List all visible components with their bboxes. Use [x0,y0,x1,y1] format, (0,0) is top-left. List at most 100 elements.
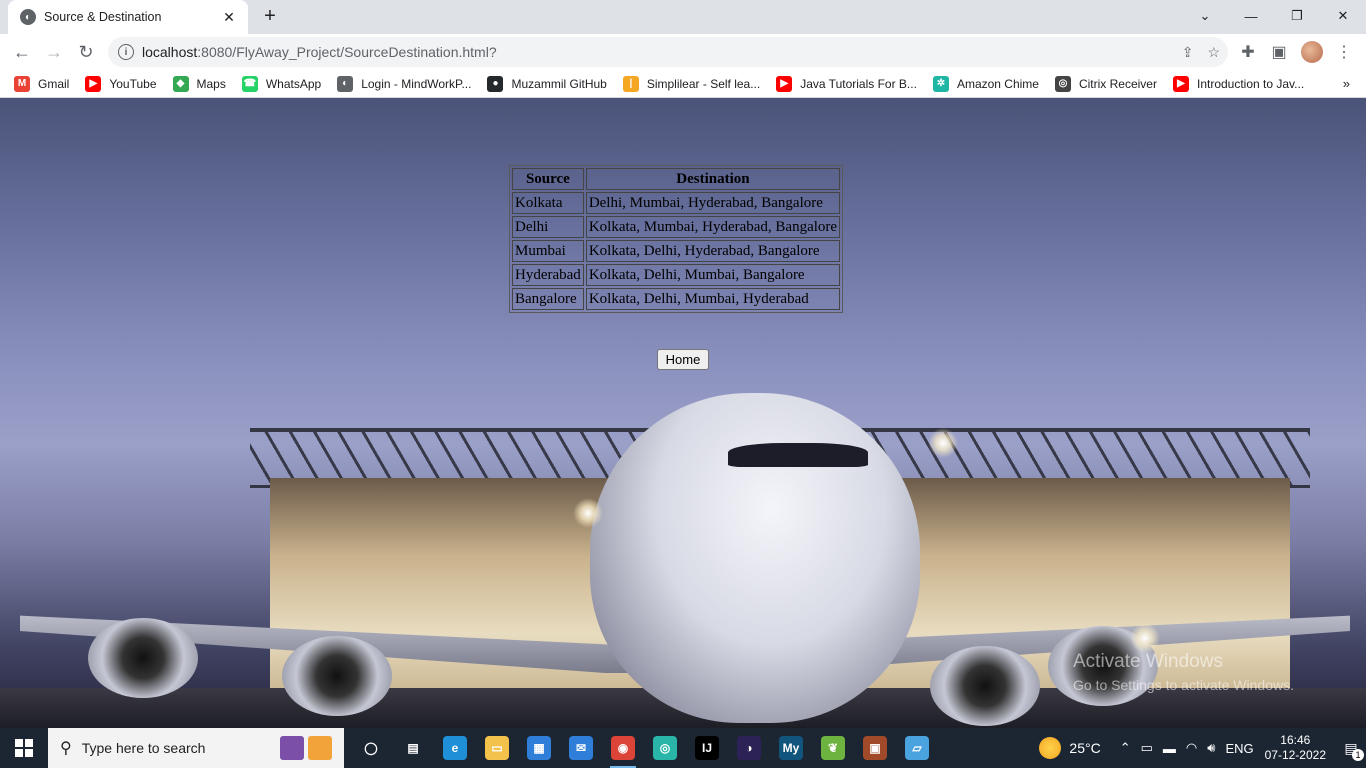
file-explorer-icon: ▭ [485,736,509,760]
share-icon[interactable]: ⇪ [1182,44,1194,61]
taskbar-app[interactable]: ◎ [644,728,686,768]
source-cell: Bangalore [512,288,584,310]
volume-icon[interactable]: 🔊︎ [1207,740,1215,756]
address-bar[interactable]: i localhost:8080/FlyAway_Project/SourceD… [108,37,1228,67]
table-row: Kolkata Delhi, Mumbai, Hyderabad, Bangal… [512,192,841,214]
bookmarks-bar: M Gmail ▶ YouTube ◆ Maps ☎ WhatsApp ◐ Login - Min… [0,70,1366,98]
tab-title: Source & Destination [44,10,162,24]
taskbar-app[interactable]: ◉ [602,728,644,768]
taskbar-app[interactable]: ◯ [350,728,392,768]
bookmark-item[interactable]: ▶ Introduction to Jav... [1172,75,1304,92]
weather-widget[interactable]: 25°C [1039,737,1101,759]
forward-icon[interactable]: → [40,38,68,66]
source-cell: Delhi [512,216,584,238]
airplane-cockpit-image [728,443,868,467]
taskbar-apps: ◯ ▤ e ▭ ▦ ✉ ◉ ◎ IJ ◑ My ❦ ▣ ▱ [350,728,938,768]
bookmark-item[interactable]: ▶ YouTube [85,75,157,92]
language-indicator[interactable]: ENG [1225,741,1253,756]
bookmark-item[interactable]: ☎ WhatsApp [241,75,322,92]
simplilearn-icon: | [622,75,639,92]
bookmark-label: WhatsApp [265,76,322,91]
taskbar-app[interactable]: ◑ [728,728,770,768]
engine-image [88,618,198,698]
bookmark-item[interactable]: | Simplilear - Self lea... [622,75,761,92]
app-icon: ◎ [653,736,677,760]
search-placeholder: Type here to search [81,740,206,756]
bookmark-item[interactable]: ▶ Java Tutorials For B... [776,75,917,92]
globe-icon: ◐ [337,75,354,92]
extensions-icon[interactable]: ✚ [1234,38,1262,66]
close-tab-icon[interactable]: ✕ [220,9,238,26]
reload-icon[interactable]: ↻ [72,38,100,66]
clock[interactable]: 16:46 07-12-2022 [1265,733,1326,763]
taskbar-app[interactable]: ▦ [518,728,560,768]
bookmark-item[interactable]: ◎ Citrix Receiver [1054,75,1157,92]
minimize-button[interactable]: — [1228,0,1274,32]
bookmark-label: Simplilear - Self lea... [646,76,761,91]
start-button[interactable] [0,728,48,768]
wifi-icon[interactable]: ◠ [1186,740,1197,756]
browser-tab[interactable]: ◐ Source & Destination ✕ [8,0,248,34]
bookmark-label: Muzammil GitHub [511,76,607,91]
chime-icon: ✲ [932,75,949,92]
battery-icon[interactable]: ▬ [1163,741,1176,756]
meet-icon[interactable]: ▭ [1141,740,1153,756]
store-icon: ▦ [527,736,551,760]
menu-icon[interactable]: ⋮ [1330,38,1358,66]
bookmark-label: Java Tutorials For B... [800,76,917,91]
taskbar-app[interactable]: ▱ [896,728,938,768]
weather-temp: 25°C [1069,740,1101,756]
globe-icon: ◐ [20,9,36,25]
destination-cell: Kolkata, Delhi, Mumbai, Hyderabad [585,288,841,310]
chevron-up-icon[interactable]: ⌃ [1120,740,1131,756]
home-button[interactable]: Home [657,349,709,370]
restore-button[interactable]: ❐ [1274,0,1320,32]
light-flare [1130,623,1160,653]
taskbar-app[interactable]: ▭ [476,728,518,768]
avatar [1301,41,1323,63]
taskbar-app[interactable]: ❦ [812,728,854,768]
bookmark-item[interactable]: ✲ Amazon Chime [932,75,1039,92]
site-info-icon[interactable]: i [118,44,134,60]
github-icon: ● [487,75,504,92]
activate-windows-watermark: Activate Windows Go to Settings to activ… [1073,651,1294,693]
taskbar-app[interactable]: e [434,728,476,768]
table-header-row: Source Destination [512,168,841,190]
bookmark-item[interactable]: ◆ Maps [172,75,226,92]
clock-date: 07-12-2022 [1264,748,1326,762]
taskbar-app[interactable]: ▤ [392,728,434,768]
table-row: Hyderabad Kolkata, Delhi, Mumbai, Bangal… [512,264,841,286]
table-row: Bangalore Kolkata, Delhi, Mumbai, Hydera… [512,288,841,310]
bookmark-star-icon[interactable]: ☆ [1207,44,1220,61]
sts-icon: ▣ [863,736,887,760]
taskbar-search[interactable]: ⚲ Type here to search [48,728,344,768]
watermark-subtitle: Go to Settings to activate Windows. [1073,677,1294,693]
notifications-button[interactable]: ▤ 1 [1336,733,1366,763]
url-path: :8080/FlyAway_Project/SourceDestination.… [197,44,497,60]
mysql-icon: My [779,736,803,760]
bookmark-item[interactable]: ◐ Login - MindWorkP... [337,75,471,92]
system-tray: 25°C ⌃ ▭ ▬ ◠ 🔊︎ ENG 16:46 07-12-2022 ▤ 1 [1039,728,1366,768]
taskbar-app[interactable]: ✉ [560,728,602,768]
bookmark-item[interactable]: M Gmail [14,75,70,92]
bookmark-item[interactable]: ● Muzammil GitHub [487,75,607,92]
bookmark-label: Gmail [38,76,70,91]
taskbar-app[interactable]: ▣ [854,728,896,768]
side-panel-icon[interactable]: ▣ [1265,38,1293,66]
taskbar-app[interactable]: My [770,728,812,768]
tab-search-icon[interactable]: ⌄ [1182,0,1228,32]
edge-icon: e [443,736,467,760]
new-tab-button[interactable]: + [258,5,282,29]
page-viewport: Source Destination Kolkata Delhi, Mumbai… [0,98,1366,728]
close-window-button[interactable]: ✕ [1320,0,1366,32]
profile-avatar[interactable] [1298,38,1326,66]
bookmarks-overflow-icon[interactable]: » [1343,76,1350,91]
column-header-source: Source [512,168,584,190]
taskbar-app[interactable]: IJ [686,728,728,768]
whatsapp-icon: ☎ [241,75,258,92]
source-cell: Hyderabad [512,264,584,286]
bookmark-label: Amazon Chime [956,76,1039,91]
notification-badge: 1 [1352,749,1364,761]
engine-image [930,646,1040,726]
back-icon[interactable]: ← [8,38,36,66]
